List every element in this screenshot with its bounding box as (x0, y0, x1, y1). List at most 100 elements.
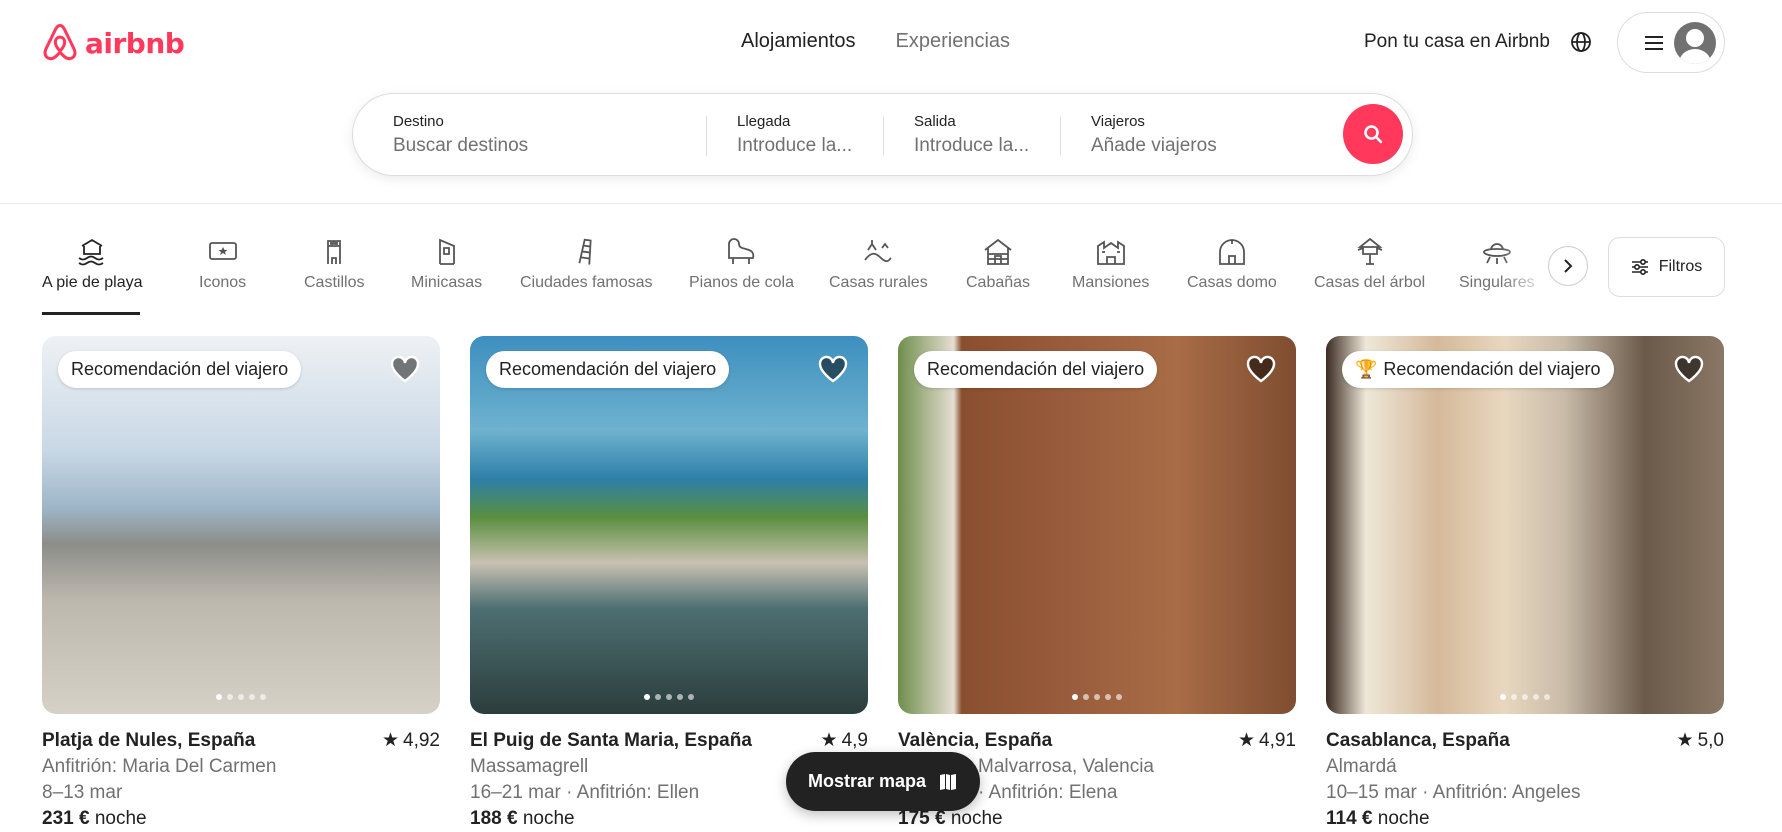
category-ciudades-famosas[interactable]: Ciudades famosas (520, 236, 653, 292)
tab-experiencias[interactable]: Experiencias (896, 30, 1011, 53)
category-label: Iconos (199, 274, 247, 291)
header: airbnb Alojamientos Experiencias Pon tu … (0, 0, 1782, 204)
listing-dates: 10–15 mar · Anfitrión: Angeles (1326, 782, 1581, 803)
brand-name: airbnb (85, 26, 185, 60)
guests-label: Viajeros (1091, 113, 1145, 130)
ticket-icon (208, 242, 237, 260)
category-mansiones[interactable]: Mansiones (1072, 236, 1149, 292)
show-map-button[interactable]: Mostrar mapa (786, 752, 980, 811)
rating-value: 4,92 (403, 730, 440, 751)
tower-icon (578, 238, 592, 265)
piano-icon (728, 238, 755, 264)
star-icon: ★ (381, 730, 400, 751)
search-icon (1364, 125, 1383, 144)
checkin-input[interactable]: Introduce la... (737, 135, 887, 157)
castle-icon (327, 240, 342, 264)
photo-dots (1326, 694, 1724, 700)
dome-icon (1219, 239, 1245, 265)
treehouse-icon (1357, 237, 1383, 265)
category-cabanas[interactable]: Cabañas (966, 236, 1030, 292)
listing-photo[interactable]: 🏆 Recomendación del viajero (1326, 336, 1724, 714)
category-pianos-de-cola[interactable]: Pianos de cola (689, 236, 794, 292)
active-category-indicator (42, 312, 140, 315)
badge-label: Recomendación del viajero (927, 359, 1145, 379)
listing-dates: 8–13 mar (42, 782, 123, 803)
listing-photo[interactable]: Recomendación del viajero (42, 336, 440, 714)
category-minicasas[interactable]: Minicasas (411, 236, 482, 292)
star-icon: ★ (1237, 730, 1256, 751)
category-castillos[interactable]: Castillos (304, 236, 364, 292)
listing-photo[interactable]: Recomendación del viajero (898, 336, 1296, 714)
listing-rating: ★ 4,91 (1238, 728, 1296, 754)
price-unit: noche (950, 808, 1003, 829)
divider (1060, 116, 1061, 156)
tiny-house-icon (438, 238, 455, 265)
destination-field[interactable]: Destino Buscar destinos (393, 113, 693, 157)
rating-value: 5,0 (1697, 730, 1724, 751)
star-icon: ★ (1676, 730, 1694, 751)
star-icon: ★ (820, 730, 838, 751)
cabin-icon (984, 238, 1012, 265)
listing-title: Casablanca, España (1326, 730, 1510, 751)
sliders-icon (1631, 258, 1648, 276)
category-label: Cabañas (966, 274, 1031, 291)
airbnb-logo[interactable]: airbnb (41, 22, 185, 64)
category-label: Ciudades famosas (520, 274, 653, 291)
mansion-icon (1096, 240, 1125, 265)
listing-photo[interactable]: Recomendación del viajero (470, 336, 868, 714)
price-value: 114 € (1326, 808, 1373, 829)
filters-button[interactable]: Filtros (1608, 237, 1725, 297)
heart-icon[interactable] (390, 355, 420, 383)
guests-field[interactable]: Viajeros Añade viajeros (1091, 113, 1291, 157)
checkout-label: Salida (914, 113, 956, 130)
hamburger-icon (1645, 35, 1663, 50)
badge-label: Recomendación del viajero (71, 359, 289, 379)
top-tabs: Alojamientos Experiencias (741, 30, 1010, 53)
user-menu-button[interactable] (1617, 12, 1725, 73)
badge-label: Recomendación del viajero (1383, 359, 1601, 379)
chevron-right-icon (1564, 259, 1573, 273)
checkin-field[interactable]: Llegada Introduce la... (737, 113, 887, 157)
badge-label: Recomendación del viajero (499, 359, 717, 379)
host-link[interactable]: Pon tu casa en Airbnb (1364, 31, 1550, 53)
category-casas-del-arbol[interactable]: Casas del árbol (1314, 236, 1425, 292)
price-value: 188 € (470, 808, 518, 829)
category-iconos[interactable]: Iconos (199, 236, 246, 292)
guest-favorite-badge: Recomendación del viajero (58, 351, 302, 388)
listing-price: 114 € noche (1326, 806, 1724, 832)
heart-icon[interactable] (1246, 355, 1276, 383)
guest-favorite-badge: Recomendación del viajero (486, 351, 730, 388)
listing-card[interactable]: Recomendación del viajero Platja de Nule… (42, 336, 440, 832)
category-label: Casas del árbol (1314, 274, 1426, 291)
tab-alojamientos[interactable]: Alojamientos (741, 30, 856, 53)
listing-host: Anfitrión: Maria Del Carmen (42, 756, 277, 777)
checkout-field[interactable]: Salida Introduce la... (914, 113, 1064, 157)
checkout-input[interactable]: Introduce la... (914, 135, 1064, 157)
category-casas-domo[interactable]: Casas domo (1187, 236, 1277, 292)
search-bar: Destino Buscar destinos Llegada Introduc… (352, 93, 1413, 176)
search-button[interactable] (1343, 104, 1403, 164)
listing-rating: ★ 5,0 (1677, 728, 1724, 754)
category-casas-rurales[interactable]: Casas rurales (829, 236, 928, 292)
divider (883, 116, 884, 156)
guest-favorite-badge: 🏆 Recomendación del viajero (1342, 351, 1614, 388)
guests-input[interactable]: Añade viajeros (1091, 135, 1291, 157)
globe-icon[interactable] (1570, 31, 1592, 58)
countryside-icon (864, 240, 892, 263)
destination-input[interactable]: Buscar destinos (393, 135, 693, 157)
show-map-label: Mostrar mapa (807, 771, 927, 791)
category-next-button[interactable] (1548, 246, 1588, 286)
rating-value: 4,9 (841, 730, 868, 751)
map-icon (940, 773, 957, 790)
listing-title: Platja de Nules, España (42, 730, 256, 751)
heart-icon[interactable] (1674, 355, 1704, 383)
category-a-pie-de-playa[interactable]: A pie de playa (42, 236, 143, 292)
category-label: A pie de playa (42, 274, 143, 291)
listing-info: Platja de Nules, España ★ 4,92 Anfitrión:… (42, 728, 440, 832)
listing-title: El Puig de Santa Maria, España (470, 730, 752, 751)
heart-icon[interactable] (818, 355, 848, 383)
photo-dots (470, 694, 868, 700)
listing-card[interactable]: 🏆 Recomendación del viajero Casablanca, E… (1326, 336, 1724, 832)
checkin-label: Llegada (737, 113, 791, 130)
divider (706, 116, 707, 156)
